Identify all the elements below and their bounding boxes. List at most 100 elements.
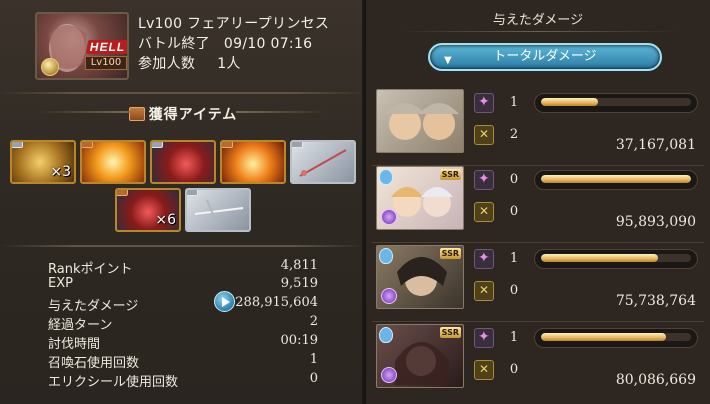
member-portrait[interactable] [376,89,464,153]
silver-weapon-item[interactable] [185,188,251,232]
quest-name: Lv100 フェアリープリンセス [138,16,330,32]
star-count: 1 [509,95,519,110]
character-art [385,103,459,140]
items-section-header: 獲得アイテム [0,98,366,128]
member-portrait[interactable]: SSR [376,245,464,309]
play-button[interactable] [214,291,235,312]
difficulty-badge: HELL [85,40,127,54]
star-icon [474,93,494,113]
ssr-badge: SSR [439,169,461,180]
row-divider [372,321,704,322]
ring-icon [381,367,397,383]
ring-icon [381,288,397,304]
gold-medal-item[interactable]: ×3 [10,140,76,184]
battle-end-row: バトル終了 09/10 07:16 [138,33,312,53]
summon-uses-value: 1 [309,352,318,367]
exp-value: 9,519 [280,276,318,291]
results-panel: HELL Lv100 Lv100 フェアリープリンセス バトル終了 09/10 0… [0,0,366,404]
row-divider [372,242,704,243]
rank-points-label: Rankポイント [48,262,133,277]
damage-panel-title: 与えたダメージ [366,9,710,32]
clear-time-label: 討伐時間 [48,337,101,352]
member-row: SSR 0 0 95,893,090 [366,166,710,243]
chest-icon [187,190,198,196]
quest-thumbnail: HELL Lv100 [35,12,129,80]
turns-label: 経過ターン [48,318,113,333]
damage-bar [534,328,698,348]
item-count: ×3 [50,164,71,180]
ornament-right [236,111,326,113]
damage-type-dropdown[interactable]: ▼ トータルダメージ [428,43,662,71]
ssr-badge: SSR [439,327,461,338]
chest-icon [222,142,233,148]
rank-points-value: 4,811 [280,258,318,273]
participants-value: 1人 [217,56,241,72]
ox-count: 0 [509,362,519,377]
water-element-icon [379,169,393,185]
clear-time-value: 00:19 [280,333,318,348]
damage-bar [534,249,698,269]
silver-weapon-item[interactable] [290,140,356,184]
star-icon [474,170,494,190]
chest-icon [117,190,128,196]
member-row: SSR 1 0 75,738,764 [366,245,710,322]
water-element-icon [379,248,393,264]
ox-count: 0 [509,204,519,219]
damage-bar-fill [541,333,666,341]
ring-icon [381,209,397,225]
star-icon [474,328,494,348]
chest-icon [128,107,145,121]
damage-bar [534,170,698,190]
participants-row: 参加人数 1人 [138,53,241,73]
damage-dealt-label: 与えたダメージ [48,299,139,314]
battle-end-label: バトル終了 [138,36,210,52]
divider [0,92,366,94]
swords-icon [474,202,494,222]
sword-icon [194,199,244,225]
star-count: 1 [509,330,519,345]
damage-value: 95,893,090 [615,214,696,230]
exp-label: EXP [48,276,73,291]
damage-bar-fill [541,98,598,106]
turns-value: 2 [309,314,318,329]
red-crystal-item[interactable] [150,140,216,184]
level-badge: Lv100 [85,56,127,70]
damage-bar-fill [541,254,658,262]
dropdown-label: トータルダメージ [493,49,597,64]
summon-uses-label: 召喚石使用回数 [48,356,140,371]
member-row: 1 2 37,167,081 [366,89,710,166]
ssr-badge: SSR [439,248,461,259]
flame-crest-item[interactable] [220,140,286,184]
member-row: SSR 1 0 80,086,669 [366,324,710,396]
chest-icon [292,142,303,148]
chest-icon [82,142,93,148]
fire-orb-item[interactable] [80,140,146,184]
elixir-uses-value: 0 [309,371,318,386]
divider [0,245,366,247]
chest-icon [12,142,23,148]
damage-value: 75,738,764 [615,293,696,309]
water-element-icon [379,327,393,343]
elixir-uses-label: エリクシール使用回数 [48,375,179,390]
damage-value: 80,086,669 [615,372,696,388]
member-portrait[interactable]: SSR [376,166,464,230]
damage-dealt-value: 288,915,604 [235,295,318,310]
star-icon [474,249,494,269]
swords-icon [474,360,494,380]
ox-count: 2 [509,127,519,142]
star-count: 1 [509,251,519,266]
items-section-title: 獲得アイテム [148,107,238,123]
sword-icon [299,149,347,177]
battle-end-value: 09/10 07:16 [223,36,313,52]
damage-bar-fill [541,175,691,183]
damage-bar [534,93,698,113]
coin-icon [41,58,59,76]
swords-icon [474,125,494,145]
participants-label: 参加人数 [138,56,196,72]
swords-icon [474,281,494,301]
damage-panel: 与えたダメージ ▼ トータルダメージ 1 2 37,167,081 SSR [366,0,710,404]
red-crystal-item[interactable]: ×6 [115,188,181,232]
ox-count: 0 [509,283,519,298]
member-portrait[interactable]: SSR [376,324,464,388]
ornament-left [40,111,130,113]
